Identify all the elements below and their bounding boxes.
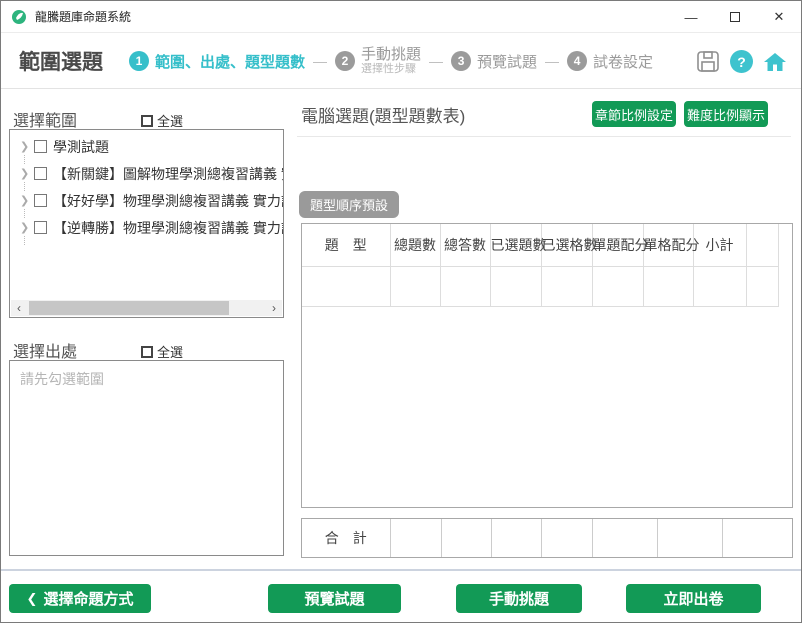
app-title: 龍騰題庫命題系統 [35, 8, 131, 25]
tree-item-label: 【好好學】物理學測總複習講義 實力評量 [53, 191, 284, 211]
maximize-square [730, 12, 740, 22]
tree-item-label: 學測試題 [53, 137, 109, 157]
tree-item[interactable]: ❯ 【逆轉勝】物理學測總複習講義 實力評量 [10, 214, 283, 241]
tree-item-checkbox[interactable] [34, 140, 47, 153]
range-tree: ❯ 學測試題 ❯ 【新關鍵】圖解物理學測總複習講義 實力評量 ❯ 【好好學】物理… [10, 133, 283, 241]
col-total-questions: 總題數 [390, 224, 440, 266]
tree-item-checkbox[interactable] [34, 167, 47, 180]
step-1-label[interactable]: 範圍、出處、題型題數 [155, 51, 305, 72]
tree-item-label: 【新關鍵】圖解物理學測總複習講義 實力評量 [53, 164, 284, 184]
tree-item-checkbox[interactable] [34, 221, 47, 234]
close-icon[interactable]: ✕ [757, 1, 801, 33]
chevron-right-icon[interactable]: ❯ [20, 140, 34, 153]
horizontal-scrollbar[interactable]: ‹ › [11, 300, 282, 316]
total-label: 合 計 [302, 519, 390, 557]
step-2-title: 手動挑題 [361, 47, 421, 64]
step-dash: — [545, 53, 559, 69]
manual-pick-button[interactable]: 手動挑題 [456, 584, 582, 613]
total-row-table: 合 計 [301, 518, 793, 558]
help-icon[interactable]: ? [730, 50, 753, 73]
step-3-label[interactable]: 預覽試題 [477, 51, 537, 72]
total-grid: 合 計 [302, 519, 792, 557]
source-select-all-label: 全選 [157, 342, 183, 361]
step-2-circle[interactable]: 2 [335, 51, 355, 71]
col-selected-cells: 已選格數 [541, 224, 592, 266]
step-2-subtitle: 選擇性步驟 [361, 63, 421, 75]
tree-item[interactable]: ❯ 【新關鍵】圖解物理學測總複習講義 實力評量 [10, 160, 283, 187]
computer-selection-title: 電腦選題(題型題數表) [301, 102, 465, 127]
col-selected-questions: 已選題數 [490, 224, 541, 266]
total-row: 合 計 [302, 519, 792, 557]
range-tree-panel: ❯ 學測試題 ❯ 【新關鍵】圖解物理學測總複習講義 實力評量 ❯ 【好好學】物理… [9, 129, 284, 318]
save-icon[interactable] [696, 50, 720, 73]
app-window: 龍騰題庫命題系統 — ✕ 範圍選題 1 範圍、出處、題型題數 — 2 手動挑題 … [0, 0, 802, 623]
chevron-right-icon[interactable]: ❯ [20, 221, 34, 234]
home-icon[interactable] [763, 51, 787, 73]
source-placeholder-text: 請先勾選範圍 [20, 369, 104, 389]
step-4-circle[interactable]: 4 [567, 51, 587, 71]
generate-exam-button[interactable]: 立即出卷 [626, 584, 761, 613]
range-panel-title: 選擇範圍 [13, 107, 77, 131]
step-4-label[interactable]: 試卷設定 [593, 51, 653, 72]
scroll-right-icon[interactable]: › [266, 300, 282, 316]
table-header-row: 題 型 總題數 總答數 已選題數 已選格數 單題配分 單格配分 小計 [302, 224, 778, 266]
page-header: 範圍選題 1 範圍、出處、題型題數 — 2 手動挑題 選擇性步驟 — 3 預覽試… [1, 34, 801, 89]
divider [297, 136, 791, 137]
step-3-circle[interactable]: 3 [451, 51, 471, 71]
window-controls: — ✕ [669, 1, 801, 33]
col-subtotal: 小計 [693, 224, 746, 266]
difficulty-ratio-button[interactable]: 難度比例顯示 [684, 101, 768, 127]
page-title: 範圍選題 [19, 46, 103, 76]
range-select-all-label: 全選 [157, 111, 183, 130]
scrollbar-thumb[interactable] [29, 301, 229, 315]
col-points-per-cell: 單格配分 [643, 224, 693, 266]
question-type-table: 題 型 總題數 總答數 已選題數 已選格數 單題配分 單格配分 小計 [301, 223, 793, 508]
app-logo-icon [11, 9, 27, 25]
table-empty-row [302, 266, 778, 306]
chevron-left-icon: ❮ [27, 591, 38, 607]
step-2-label[interactable]: 手動挑題 選擇性步驟 [361, 47, 421, 76]
preview-exam-button[interactable]: 預覽試題 [268, 584, 401, 613]
chevron-right-icon[interactable]: ❯ [20, 194, 34, 207]
col-points-per-question: 單題配分 [592, 224, 643, 266]
tree-item-checkbox[interactable] [34, 194, 47, 207]
col-question-type: 題 型 [302, 224, 390, 266]
source-panel-title: 選擇出處 [13, 338, 77, 362]
title-bar: 龍騰題庫命題系統 — ✕ [1, 1, 801, 33]
maximize-icon[interactable] [713, 1, 757, 33]
source-select-all-checkbox[interactable] [141, 346, 153, 358]
question-order-badge[interactable]: 題型順序預設 [299, 191, 399, 218]
chevron-right-icon[interactable]: ❯ [20, 167, 34, 180]
tree-item[interactable]: ❯ 【好好學】物理學測總複習講義 實力評量 [10, 187, 283, 214]
source-list-panel: 請先勾選範圍 [9, 360, 284, 556]
range-select-all[interactable]: 全選 [141, 111, 183, 130]
minimize-icon[interactable]: — [669, 1, 713, 33]
header-icons: ? [696, 34, 787, 89]
step-dash: — [429, 53, 443, 69]
col-empty [746, 224, 778, 266]
step-indicator: 1 範圍、出處、題型題數 — 2 手動挑題 選擇性步驟 — 3 預覽試題 — 4… [129, 47, 653, 76]
range-select-all-checkbox[interactable] [141, 115, 153, 127]
tree-item[interactable]: ❯ 學測試題 [10, 133, 283, 160]
back-button-label: 選擇命題方式 [43, 588, 133, 609]
chapter-ratio-button[interactable]: 章節比例設定 [592, 101, 676, 127]
bottom-action-bar: ❮ 選擇命題方式 預覽試題 手動挑題 立即出卷 [1, 569, 801, 622]
question-type-grid: 題 型 總題數 總答數 已選題數 已選格數 單題配分 單格配分 小計 [302, 224, 779, 307]
tree-item-label: 【逆轉勝】物理學測總複習講義 實力評量 [53, 218, 284, 238]
source-select-all[interactable]: 全選 [141, 342, 183, 361]
back-to-method-button[interactable]: ❮ 選擇命題方式 [9, 584, 151, 613]
step-dash: — [313, 53, 327, 69]
step-1-circle[interactable]: 1 [129, 51, 149, 71]
col-total-answers: 總答數 [440, 224, 490, 266]
scroll-left-icon[interactable]: ‹ [11, 300, 27, 316]
